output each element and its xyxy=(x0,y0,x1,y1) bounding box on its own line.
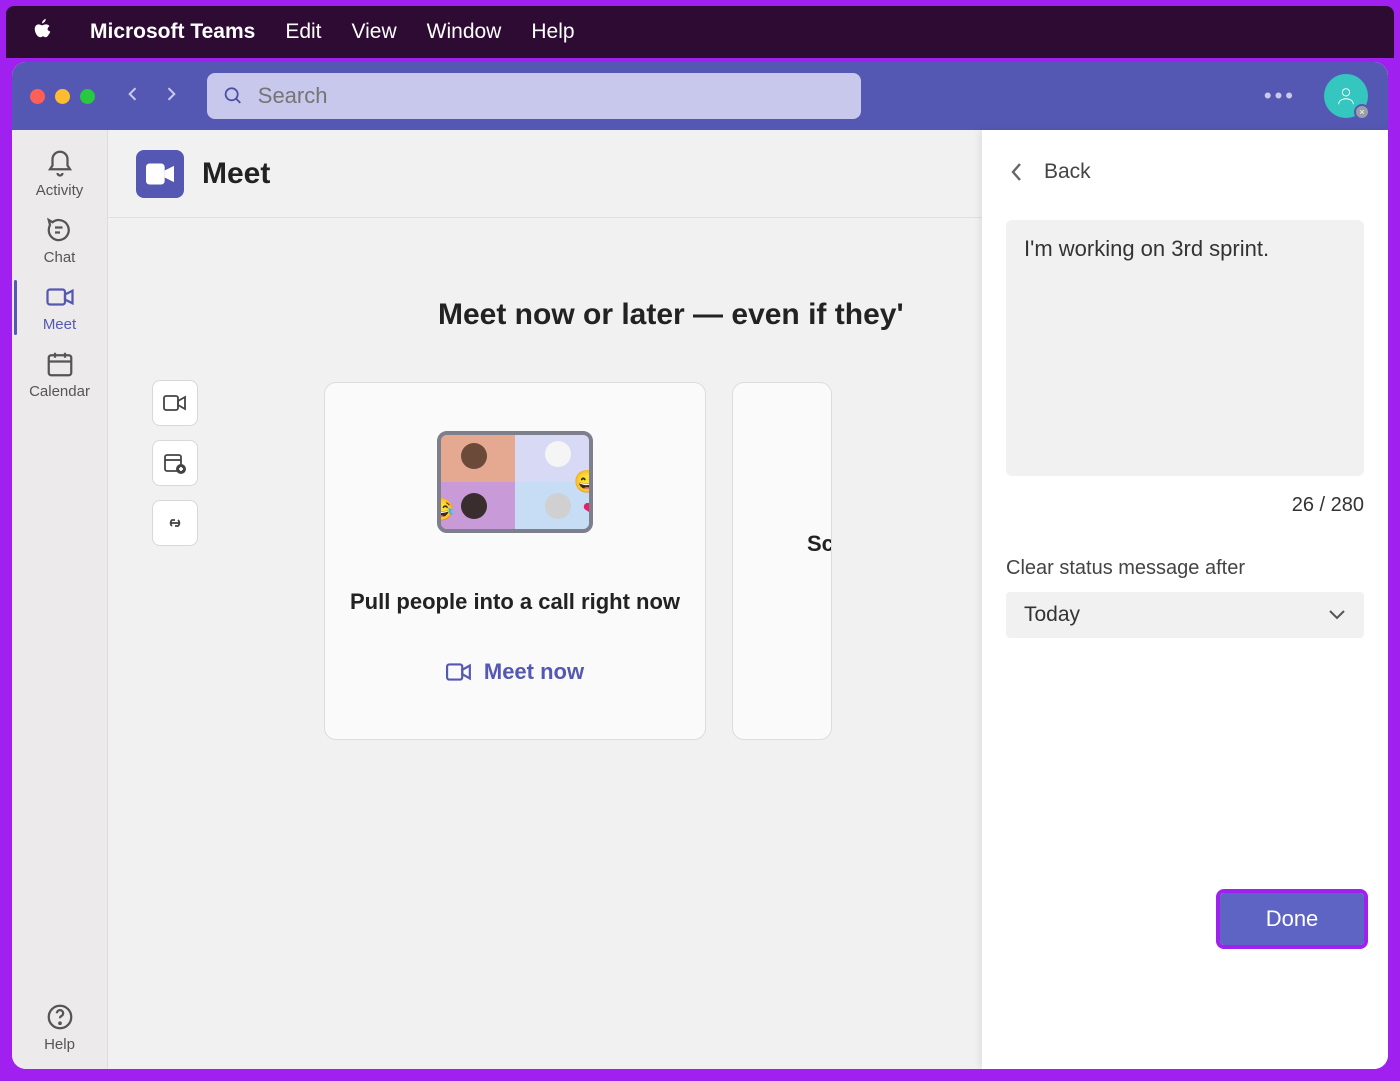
presence-badge: × xyxy=(1354,104,1370,120)
meet-now-card: 😄😂❤ Pull people into a call right now Me… xyxy=(324,382,706,740)
chat-icon xyxy=(45,215,75,245)
bell-icon xyxy=(45,148,75,178)
rail-label: Chat xyxy=(44,249,76,266)
rail-label: Activity xyxy=(36,182,84,199)
rail-activity[interactable]: Activity xyxy=(14,140,106,207)
video-icon xyxy=(446,661,472,683)
meet-now-illustration: 😄😂❤ xyxy=(437,431,593,533)
quick-join-link-button[interactable] xyxy=(152,500,198,546)
macos-menubar: Microsoft Teams Edit View Window Help xyxy=(6,6,1394,58)
status-message-input[interactable] xyxy=(1006,220,1364,476)
quick-schedule-button[interactable] xyxy=(152,440,198,486)
clear-after-label: Clear status message after xyxy=(1006,557,1364,580)
profile-avatar[interactable]: × xyxy=(1324,74,1368,118)
back-label: Back xyxy=(1044,160,1091,184)
rail-meet[interactable]: Meet xyxy=(14,274,106,341)
dropdown-value: Today xyxy=(1024,603,1080,627)
calendar-icon xyxy=(45,349,75,379)
window-close-button[interactable] xyxy=(30,89,45,104)
nav-forward-button[interactable] xyxy=(161,84,181,109)
search-icon xyxy=(223,85,244,107)
rail-label: Meet xyxy=(43,316,76,333)
card-title: Sc xyxy=(807,531,832,557)
rail-label: Help xyxy=(44,1036,75,1053)
window-minimize-button[interactable] xyxy=(55,89,70,104)
nav-back-button[interactable] xyxy=(123,84,143,109)
meet-now-button[interactable]: Meet now xyxy=(446,659,584,685)
app-window: ••• × Activity Chat M xyxy=(12,62,1388,1069)
chevron-left-icon xyxy=(1010,162,1024,182)
page-title: Meet xyxy=(202,157,270,191)
character-count: 26 / 280 xyxy=(1006,494,1364,517)
window-controls xyxy=(30,89,95,104)
window-maximize-button[interactable] xyxy=(80,89,95,104)
menu-edit[interactable]: Edit xyxy=(285,20,321,44)
help-icon xyxy=(45,1002,75,1032)
schedule-card: Sc xyxy=(732,382,832,740)
clear-after-dropdown[interactable]: Today xyxy=(1006,592,1364,638)
search-input[interactable] xyxy=(258,83,845,109)
rail-chat[interactable]: Chat xyxy=(14,207,106,274)
done-button[interactable]: Done xyxy=(1220,893,1364,945)
menubar-app-name[interactable]: Microsoft Teams xyxy=(90,20,255,44)
person-icon xyxy=(1335,85,1357,107)
status-message-panel: Back 26 / 280 Clear status message after… xyxy=(982,130,1388,1069)
chevron-down-icon xyxy=(1328,609,1346,621)
more-options-button[interactable]: ••• xyxy=(1264,83,1296,109)
card-title: Pull people into a call right now xyxy=(350,589,680,615)
rail-calendar[interactable]: Calendar xyxy=(14,341,106,408)
menu-help[interactable]: Help xyxy=(531,20,574,44)
titlebar: ••• × xyxy=(12,62,1388,130)
search-field[interactable] xyxy=(207,73,861,119)
page-app-icon xyxy=(136,150,184,198)
apple-icon[interactable] xyxy=(32,18,54,46)
rail-help[interactable]: Help xyxy=(14,994,106,1061)
panel-back-button[interactable]: Back xyxy=(1010,160,1364,184)
main-content: Meet Meet now or later — even if they' xyxy=(108,130,1388,1069)
rail-label: Calendar xyxy=(29,383,90,400)
meet-now-label: Meet now xyxy=(484,659,584,685)
app-rail: Activity Chat Meet Calendar Help xyxy=(12,130,108,1069)
quick-meet-now-button[interactable] xyxy=(152,380,198,426)
video-icon xyxy=(45,282,75,312)
menu-window[interactable]: Window xyxy=(427,20,502,44)
menu-view[interactable]: View xyxy=(352,20,397,44)
